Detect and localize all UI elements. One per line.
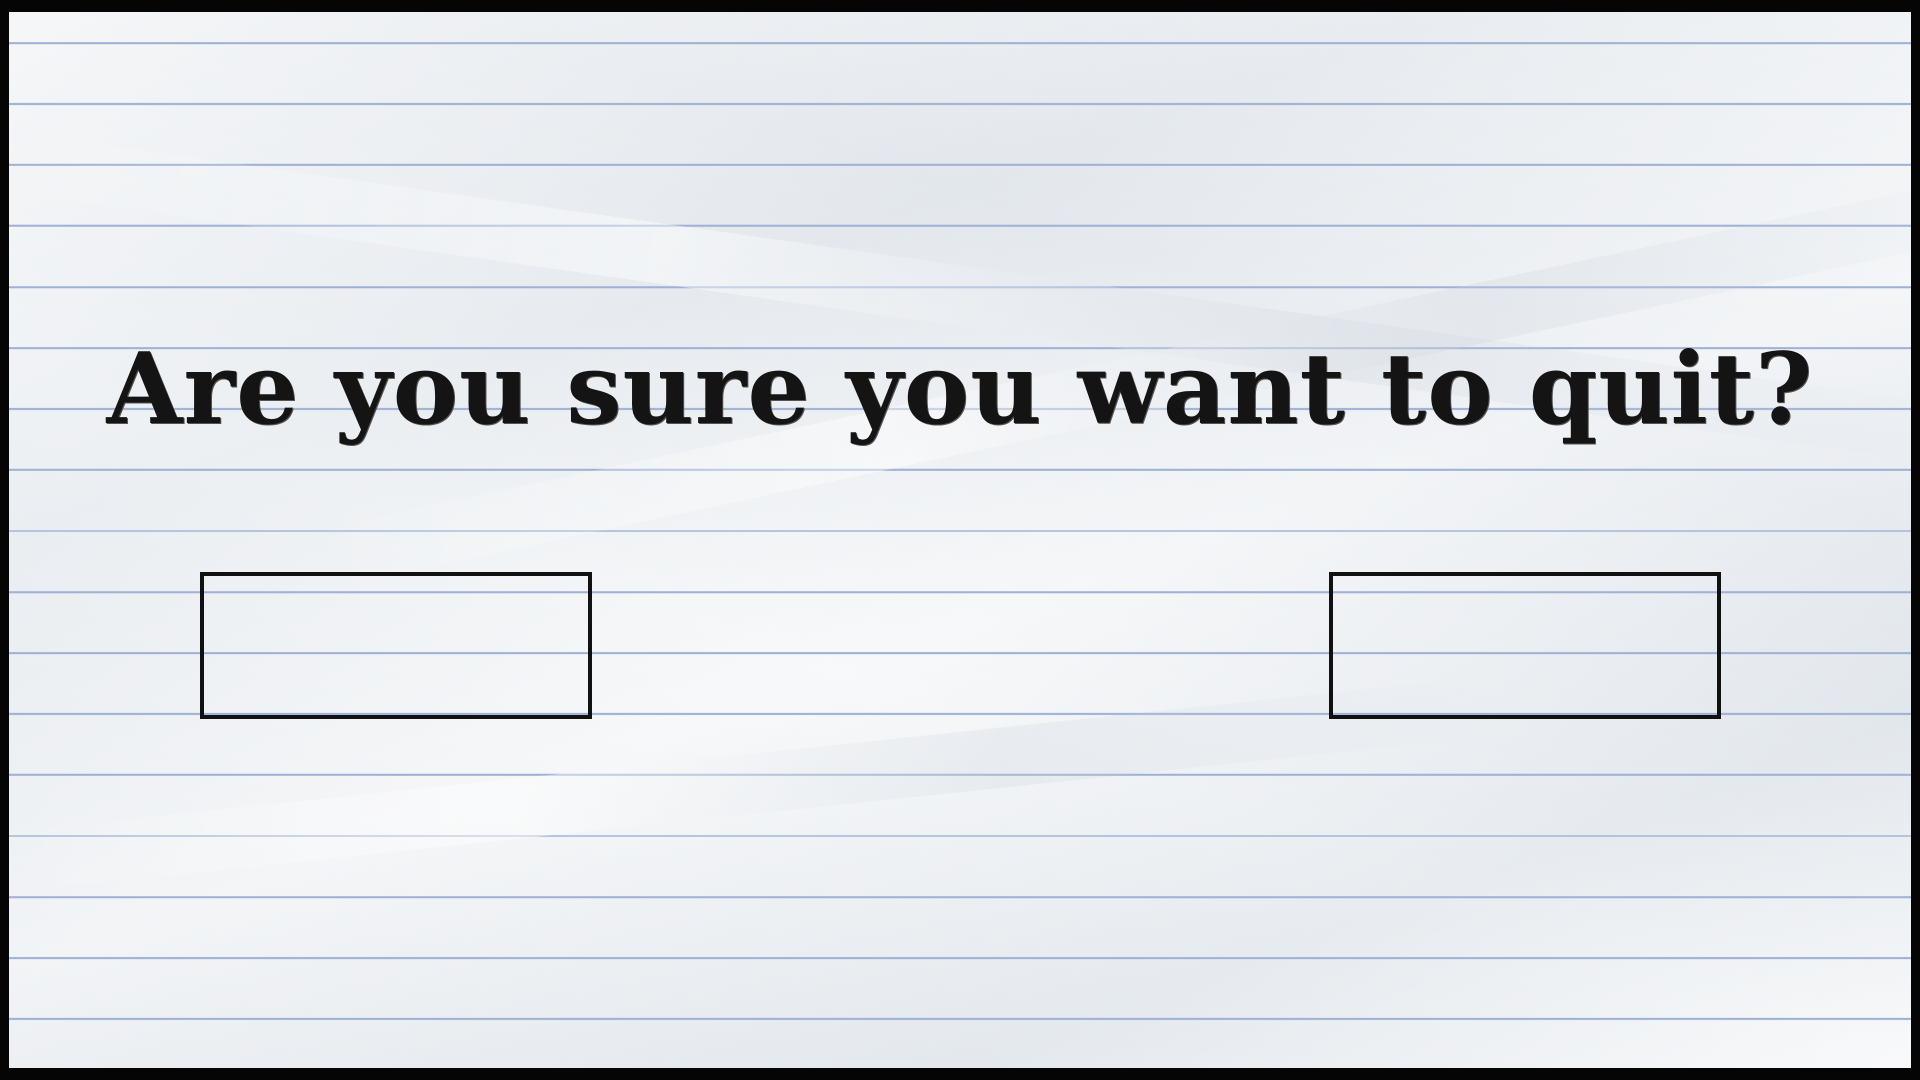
confirm-quit-button[interactable] — [200, 572, 592, 719]
game-screen: Are you sure you want to quit? — [0, 0, 1920, 1080]
cancel-quit-button[interactable] — [1329, 572, 1721, 719]
lined-paper-background: Are you sure you want to quit? — [9, 12, 1911, 1068]
quit-confirmation-question: Are you sure you want to quit? — [106, 332, 1814, 447]
